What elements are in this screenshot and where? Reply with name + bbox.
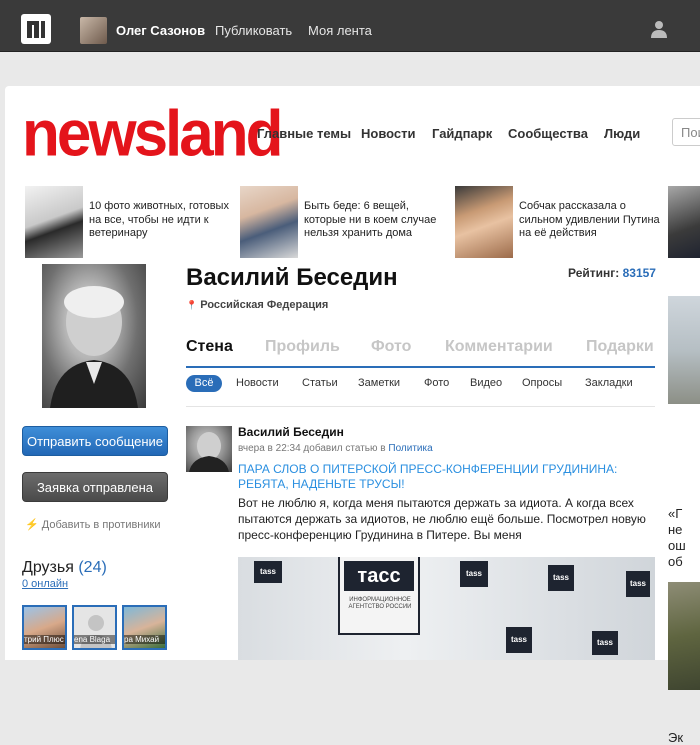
teaser-text: 10 фото животных, готовых на все, чтобы … (89, 200, 229, 239)
rating-value[interactable]: 83157 (623, 266, 656, 280)
teaser-item[interactable]: 10 фото животных, готовых на все, чтобы … (25, 186, 229, 258)
post-author-avatar[interactable] (186, 426, 232, 472)
friends-label: Друзья (22, 559, 74, 576)
tass-logo: tass (592, 631, 618, 655)
tab-comments[interactable]: Комментарии (445, 338, 553, 356)
right-column-text[interactable]: Эк (668, 730, 683, 745)
location-text: Российская Федерация (200, 299, 329, 311)
teaser-text: Собчак рассказала о сильном удивлении Пу… (519, 200, 660, 239)
tab-photo[interactable]: Фото (371, 338, 411, 356)
post-title-link[interactable]: ПАРА СЛОВ О ПИТЕРСКОЙ ПРЕСС-КОНФЕРЕНЦИИ … (238, 462, 658, 492)
newsland-logo-icon[interactable] (21, 14, 51, 44)
friend-avatar[interactable]: ena Blaga (72, 605, 117, 650)
location: 📍 Российская Федерация (186, 299, 328, 311)
profile-name: Василий Беседин (186, 264, 398, 291)
teaser-thumbnail (455, 186, 513, 258)
site-logo[interactable]: newsland (22, 101, 284, 167)
teaser-item[interactable]: Собчак рассказала о сильном удивлении Пу… (455, 186, 665, 258)
friends-online-link[interactable]: 0 онлайн (22, 578, 68, 590)
subtab-notes[interactable]: Заметки (358, 377, 400, 389)
friend-name: ena Blaga (74, 635, 115, 644)
post-author-name[interactable]: Василий Беседин (238, 425, 344, 439)
right-column-text[interactable]: «Г не ош об (668, 506, 700, 570)
add-enemy-label: Добавить в противники (41, 519, 161, 531)
subtab-news[interactable]: Новости (236, 377, 279, 389)
post-meta: вчера в 22:34 добавил статью в Политика (238, 443, 433, 454)
rating-label: Рейтинг: (568, 266, 620, 280)
teaser-thumbnail (240, 186, 298, 258)
post-body: Вот не люблю я, когда меня пытаются держ… (238, 496, 646, 542)
lightning-icon: ⚡ (25, 519, 39, 531)
teaser-text: Быть беде: 6 вещей, которые ни в коем сл… (304, 200, 437, 239)
tass-sign-brand: тасс (344, 561, 414, 591)
tass-sign: тасс ИНФОРМАЦИОННОЕ АГЕНТСТВО РОССИИ (338, 557, 420, 635)
request-sent-button[interactable]: Заявка отправлена (22, 472, 168, 502)
teaser-item[interactable]: Быть беде: 6 вещей, которые ни в коем сл… (240, 186, 440, 258)
friends-count[interactable]: (24) (78, 559, 106, 576)
publish-link[interactable]: Публиковать (215, 23, 292, 38)
tass-logo: tass (460, 561, 488, 587)
top-bar: Олег Сазонов Публиковать Моя лента (0, 0, 700, 52)
friend-name: ра Михай (124, 635, 165, 644)
tabs-underline (186, 366, 655, 368)
post-meta-text: вчера в 22:34 добавил статью в (238, 443, 386, 454)
send-message-button[interactable]: Отправить сообщение (22, 426, 168, 456)
nav-item-people[interactable]: Люди (604, 126, 640, 141)
page-content: newsland Главные темы Новости Гайдпарк С… (5, 86, 700, 745)
right-column-image[interactable] (668, 296, 700, 404)
friend-avatar[interactable]: трий Плюс (22, 605, 67, 650)
subtab-bookmarks[interactable]: Закладки (585, 377, 633, 389)
right-column-image[interactable] (668, 582, 700, 690)
subtab-photo[interactable]: Фото (424, 377, 449, 389)
my-feed-link[interactable]: Моя лента (308, 23, 372, 38)
tass-logo: tass (506, 627, 532, 653)
tass-logo: tass (548, 565, 574, 591)
tass-logo: tass (254, 561, 282, 583)
right-column-image[interactable] (668, 186, 700, 258)
nav-item-communities[interactable]: Сообщества (508, 126, 588, 141)
divider (186, 406, 655, 407)
add-enemy-link[interactable]: ⚡ Добавить в противники (25, 518, 161, 531)
friend-avatar[interactable]: ра Михай (122, 605, 167, 650)
subtab-articles[interactable]: Статьи (302, 377, 338, 389)
user-name-link[interactable]: Олег Сазонов (116, 23, 205, 38)
tass-sign-caption: ИНФОРМАЦИОННОЕ АГЕНТСТВО РОССИИ (348, 597, 412, 610)
tab-wall[interactable]: Стена (186, 338, 233, 356)
tass-logo: tass (626, 571, 650, 597)
friends-heading: Друзья (24) (22, 559, 107, 577)
subtab-video[interactable]: Видео (470, 377, 502, 389)
tab-profile[interactable]: Профиль (265, 338, 340, 356)
user-avatar[interactable] (80, 17, 107, 44)
subtab-all[interactable]: Всё (186, 375, 222, 392)
search-input[interactable]: Пои (672, 118, 700, 146)
nav-item-news[interactable]: Новости (361, 126, 416, 141)
rating: Рейтинг: 83157 (568, 266, 656, 280)
post-image[interactable]: tass tass tass tass тасс ИНФОРМАЦИОННОЕ … (238, 557, 655, 660)
tab-gifts[interactable]: Подарки (586, 338, 654, 356)
nav-item-hydepark[interactable]: Гайдпарк (432, 126, 492, 141)
subtab-polls[interactable]: Опросы (522, 377, 562, 389)
nav-item-main-topics[interactable]: Главные темы (257, 126, 351, 141)
friend-name: трий Плюс (24, 635, 65, 644)
teaser-thumbnail (25, 186, 83, 258)
location-pin-icon: 📍 (186, 300, 198, 310)
post-category-link[interactable]: Политика (388, 443, 432, 454)
user-icon[interactable] (650, 20, 668, 38)
profile-photo[interactable] (42, 264, 146, 408)
right-column: «Г не ош об Эк (668, 186, 700, 745)
